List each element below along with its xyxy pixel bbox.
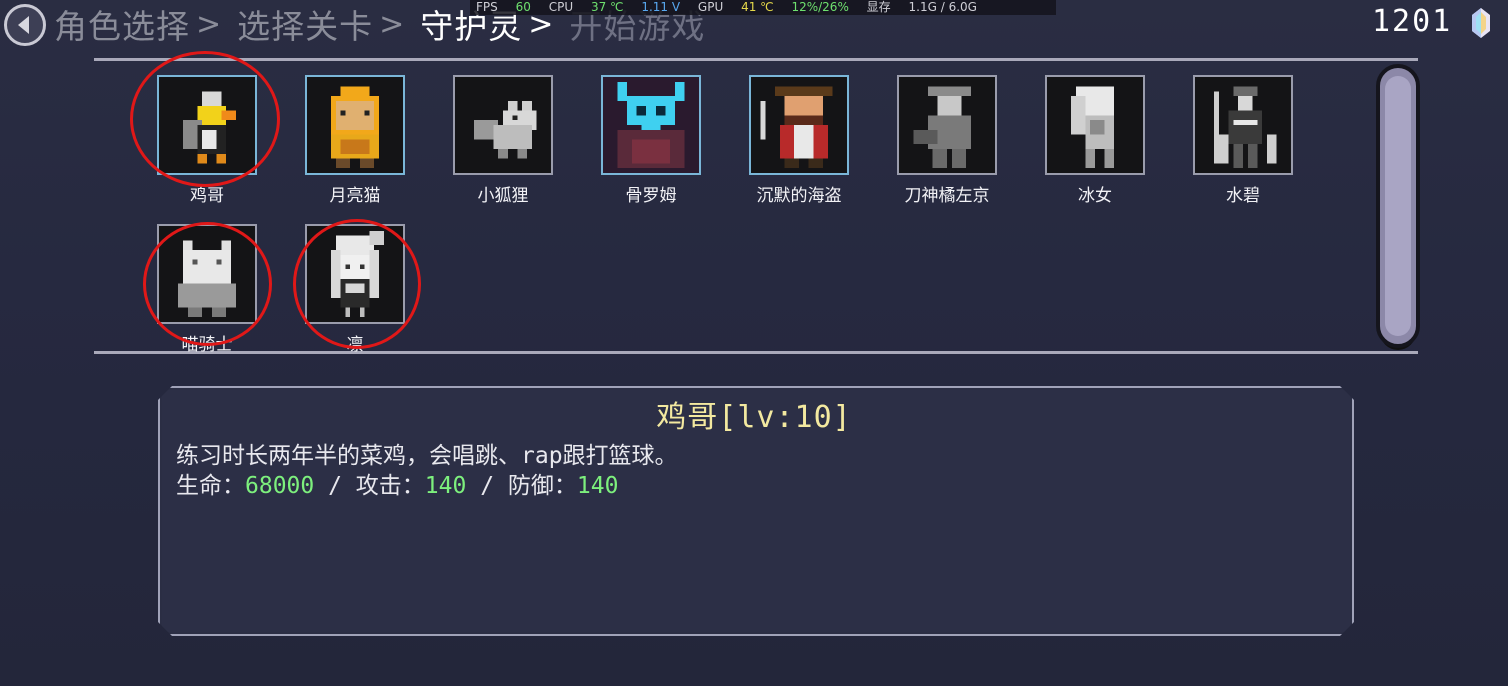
character-name: 骨罗姆: [625, 186, 677, 206]
grid-top-divider: [94, 58, 1418, 61]
character-name: 刀神橘左京: [904, 186, 990, 206]
attack-value: 140: [424, 473, 467, 499]
chicken-portrait: [157, 75, 257, 175]
vram-value: 1.1G / 6.0G: [908, 0, 977, 14]
defense-label: / 防御：: [466, 473, 577, 499]
currency-amount: 1201: [1372, 4, 1453, 39]
attack-label: / 攻击：: [314, 473, 425, 499]
detail-description: 练习时长两年半的菜鸡，会唱跳、rap跟打篮球。: [176, 443, 678, 469]
fox-portrait: [453, 75, 553, 175]
top-bar: 角色选择 > 选择关卡 > 守护灵 > 开始游戏 FPS 60 CPU 37 ℃…: [0, 0, 1508, 50]
performance-overlay: FPS 60 CPU 37 ℃ 1.11 V GPU 41 ℃ 12%/26% …: [470, 0, 1056, 15]
cat-knight-portrait: [157, 224, 257, 324]
gpu-usage: 12%/26%: [791, 0, 849, 14]
character-name: 小狐狸: [477, 186, 529, 206]
back-arrow-icon: [18, 16, 29, 34]
vram-label: 显存: [866, 0, 891, 14]
moon-cat-portrait: [305, 75, 405, 175]
defense-value: 140: [576, 473, 619, 499]
rin-portrait: [305, 224, 405, 324]
character-card-pirate[interactable]: 沉默的海盗: [749, 75, 849, 206]
character-card-shuibi[interactable]: 水碧: [1193, 75, 1293, 206]
pirate-portrait: [749, 75, 849, 175]
breadcrumb-level-select[interactable]: 选择关卡: [237, 0, 373, 48]
character-card-bone-rom[interactable]: 骨罗姆: [601, 75, 701, 206]
character-name: 冰女: [1078, 186, 1112, 206]
cpu-volt: 1.11 V: [641, 0, 681, 14]
fps-label: FPS: [476, 0, 498, 14]
scrollbar-thumb[interactable]: [1385, 76, 1411, 336]
breadcrumb-separator: >: [196, 6, 222, 42]
character-name: 喵骑士: [181, 335, 233, 355]
gpu-temp: 41 ℃: [741, 0, 774, 14]
character-card-fox[interactable]: 小狐狸: [453, 75, 553, 206]
back-button[interactable]: [4, 4, 46, 46]
ice-girl-portrait: [1045, 75, 1145, 175]
cpu-temp: 37 ℃: [590, 0, 624, 14]
character-list-scrollbar[interactable]: [1376, 64, 1420, 348]
character-card-moon-cat[interactable]: 月亮猫: [305, 75, 405, 206]
character-card-cat-knight[interactable]: 喵骑士: [157, 224, 257, 355]
gpu-label: GPU: [697, 0, 724, 14]
character-name: 凛: [346, 335, 364, 355]
breadcrumb-separator: >: [379, 6, 405, 42]
detail-title: 鸡哥[lv:10]: [656, 400, 852, 435]
swordsman-portrait: [897, 75, 997, 175]
character-name: 水碧: [1226, 186, 1260, 206]
character-name: 月亮猫: [329, 186, 381, 206]
character-card-ice-girl[interactable]: 冰女: [1045, 75, 1145, 206]
hp-value: 68000: [245, 473, 315, 499]
character-card-swordsman[interactable]: 刀神橘左京: [897, 75, 997, 206]
hp-label: 生命：: [176, 473, 245, 499]
character-name: 鸡哥: [190, 186, 224, 206]
character-name: 沉默的海盗: [756, 186, 842, 206]
character-card-rin[interactable]: 凛: [305, 224, 405, 355]
detail-stats: 生命：68000 / 攻击：140 / 防御：140: [176, 466, 618, 500]
shuibi-portrait: [1193, 75, 1293, 175]
crystal-icon: [1472, 8, 1490, 38]
character-card-chicken[interactable]: 鸡哥: [157, 75, 257, 206]
cpu-label: CPU: [548, 0, 574, 14]
fps-value: 60: [515, 0, 531, 14]
bone-rom-portrait: [601, 75, 701, 175]
grid-bottom-divider: [94, 351, 1418, 354]
breadcrumb-character-select[interactable]: 角色选择: [54, 0, 190, 48]
